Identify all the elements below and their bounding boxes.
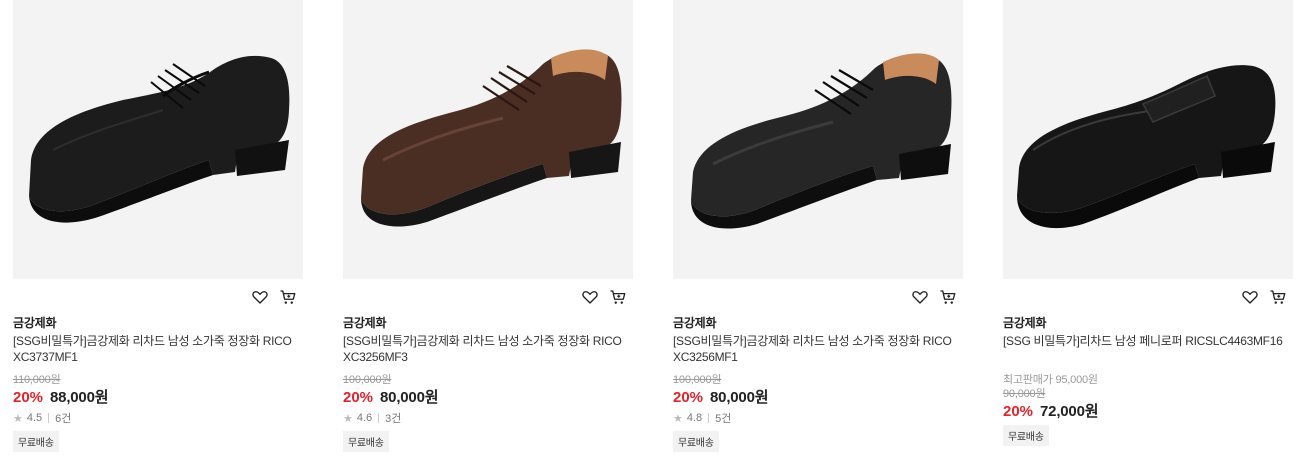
brand-name[interactable]: 금강제화 <box>343 314 387 331</box>
discount-rate: 20% <box>673 389 704 406</box>
discount-rate: 20% <box>13 389 44 406</box>
sale-price-row: 20% 80,000원 <box>343 386 439 407</box>
brand-name[interactable]: 금강제화 <box>673 314 717 331</box>
star-icon: ★ <box>13 412 23 425</box>
cart-icon[interactable] <box>279 288 297 306</box>
derby-shoe-image <box>361 49 622 227</box>
sale-price-row: 20% 72,000원 <box>1003 400 1099 421</box>
rating-score: 4.8 <box>686 412 703 424</box>
divider <box>378 413 380 423</box>
rating-score: 4.5 <box>26 412 43 424</box>
review-count: 3건 <box>385 413 402 425</box>
rating: ★ 4.6 3건 <box>343 410 401 426</box>
product-image[interactable] <box>13 0 303 279</box>
cart-icon[interactable] <box>1269 288 1287 306</box>
free-shipping-badge: 무료배송 <box>673 431 719 452</box>
product-image[interactable] <box>1003 0 1293 279</box>
discount-rate: 20% <box>1003 403 1034 420</box>
original-price: 90,000원 <box>1003 388 1046 400</box>
sale-price: 72,000원 <box>1040 403 1099 420</box>
product-card[interactable]: 금강제화 [SSG비밀특가]금강제화 리차드 남성 소가죽 정장화 RICOXC… <box>343 0 633 472</box>
rating: ★ 4.8 5건 <box>673 410 731 426</box>
product-title[interactable]: [SSG 비밀특가]리차드 남성 페니로퍼 RICSLC4463MF16 <box>1003 333 1288 349</box>
rating-score: 4.6 <box>356 412 373 424</box>
heart-outline-icon[interactable] <box>251 288 269 306</box>
product-card[interactable]: 금강제화 [SSG비밀특가]금강제화 리차드 남성 소가죽 정장화 RICOXC… <box>673 0 963 472</box>
sale-price: 88,000원 <box>50 389 109 406</box>
star-icon: ★ <box>673 412 683 425</box>
divider <box>48 413 50 423</box>
sale-price-row: 20% 80,000원 <box>673 386 769 407</box>
discount-rate: 20% <box>343 389 374 406</box>
heart-outline-icon[interactable] <box>1241 288 1259 306</box>
product-image[interactable] <box>673 0 963 279</box>
original-price: 100,000원 <box>673 374 722 386</box>
rating: ★ 4.5 6건 <box>13 410 71 426</box>
brand-name[interactable]: 금강제화 <box>1003 314 1047 331</box>
original-price: 100,000원 <box>343 374 392 386</box>
product-card[interactable]: 금강제화 [SSG 비밀특가]리차드 남성 페니로퍼 RICSLC4463MF1… <box>1003 0 1293 472</box>
derby-shoe-image <box>29 55 290 223</box>
product-title[interactable]: [SSG비밀특가]금강제화 리차드 남성 소가죽 정장화 RICOXC3256M… <box>673 333 958 365</box>
product-title[interactable]: [SSG비밀특가]금강제화 리차드 남성 소가죽 정장화 RICOXC3737M… <box>13 333 298 365</box>
loafer-shoe-image <box>1017 65 1276 229</box>
product-image[interactable] <box>343 0 633 279</box>
sale-price: 80,000원 <box>710 389 769 406</box>
heart-outline-icon[interactable] <box>911 288 929 306</box>
heart-outline-icon[interactable] <box>581 288 599 306</box>
sale-price-row: 20% 88,000원 <box>13 386 109 407</box>
derby-shoe-image <box>691 53 952 229</box>
brand-name[interactable]: 금강제화 <box>13 314 57 331</box>
review-count: 5건 <box>715 413 732 425</box>
product-title[interactable]: [SSG비밀특가]금강제화 리차드 남성 소가죽 정장화 RICOXC3256M… <box>343 333 628 365</box>
cart-icon[interactable] <box>939 288 957 306</box>
cart-icon[interactable] <box>609 288 627 306</box>
product-card[interactable]: 금강제화 [SSG비밀특가]금강제화 리차드 남성 소가죽 정장화 RICOXC… <box>13 0 303 472</box>
review-count: 6건 <box>55 413 72 425</box>
star-icon: ★ <box>343 412 353 425</box>
free-shipping-badge: 무료배송 <box>343 431 389 452</box>
divider <box>708 413 710 423</box>
sale-price: 80,000원 <box>380 389 439 406</box>
original-price: 110,000원 <box>13 374 61 386</box>
free-shipping-badge: 무료배송 <box>1003 425 1049 446</box>
free-shipping-badge: 무료배송 <box>13 431 59 452</box>
